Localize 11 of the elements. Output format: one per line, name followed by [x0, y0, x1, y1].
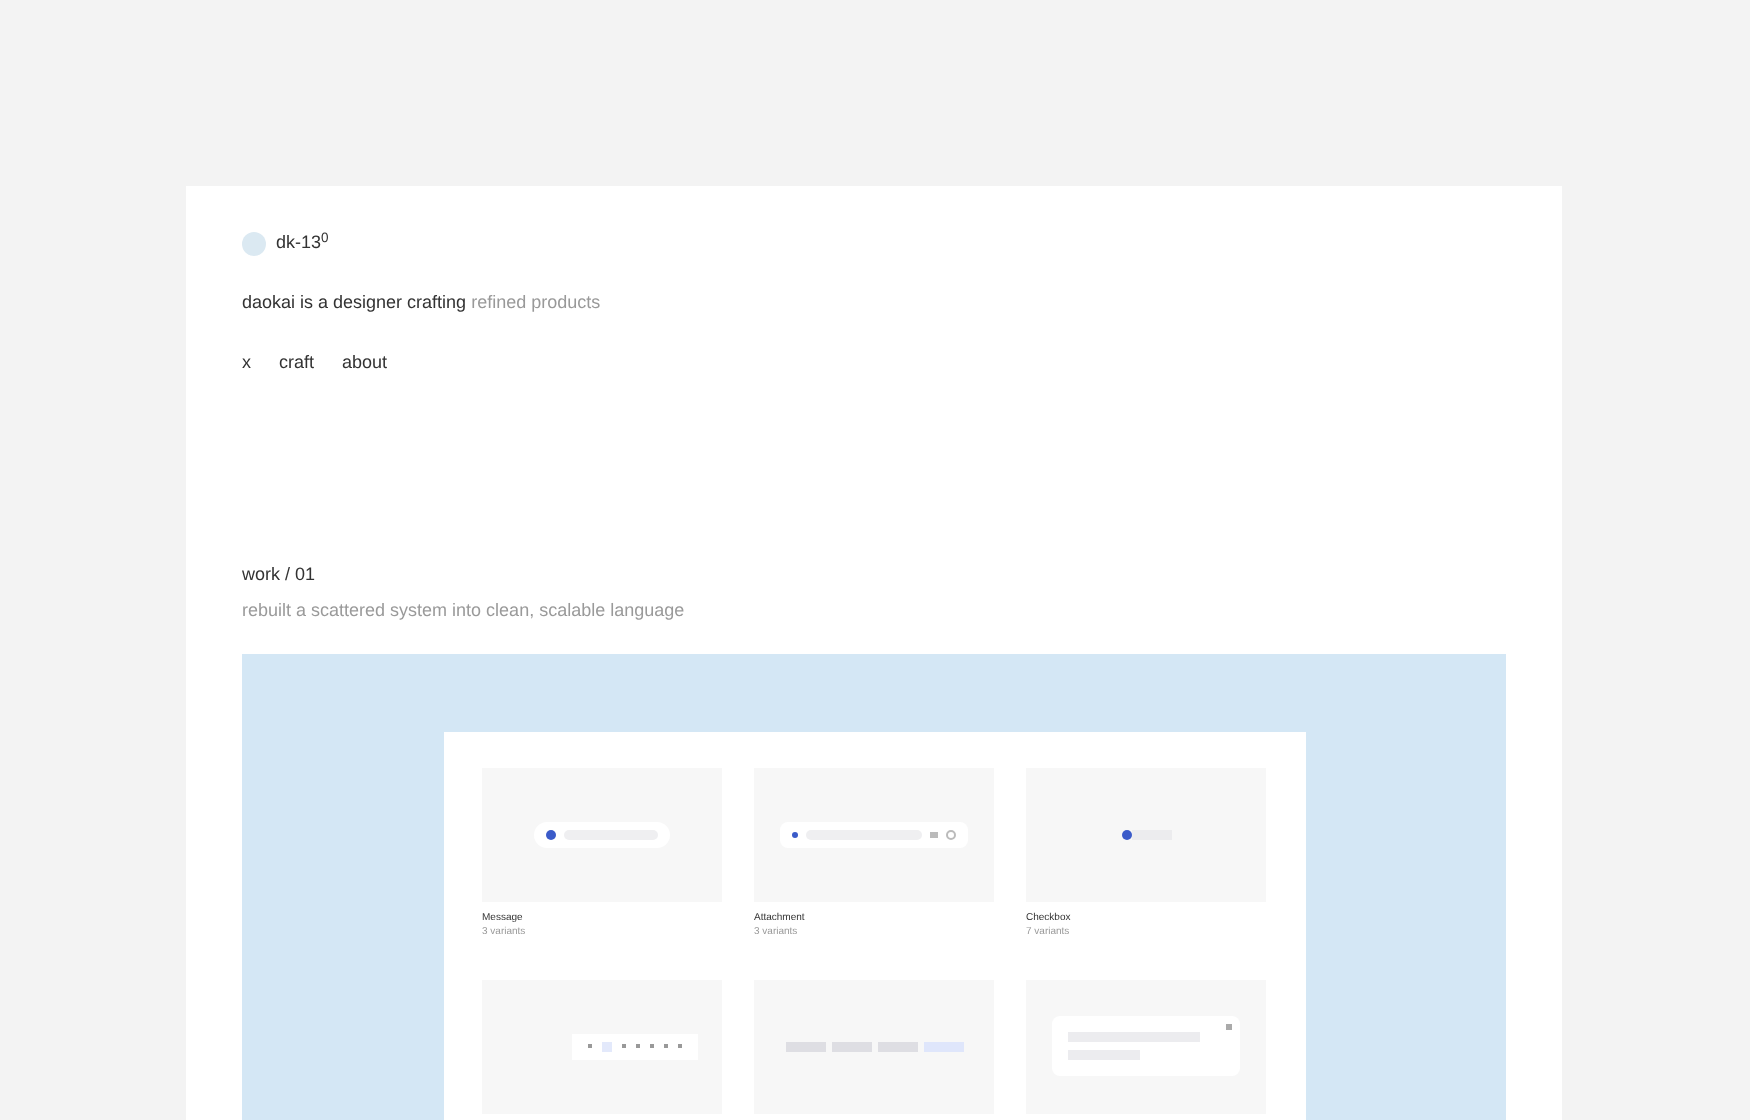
nav-link[interactable]: x [242, 350, 251, 377]
brand-name: dk-13$^{0}$ [276, 230, 329, 256]
avatar-icon [242, 231, 266, 256]
pagination-preview [571, 1033, 697, 1059]
tagline: daokai is a designer crafting refined products [242, 289, 603, 316]
checkbox-preview [1121, 829, 1171, 839]
nav-link[interactable]: craft [279, 350, 315, 377]
work-subtitle: rebuilt a scattered system into clean, scalable language [242, 598, 687, 624]
work-title: work / 01 [242, 561, 318, 587]
nav-link[interactable]: about [342, 350, 388, 377]
message-preview [534, 821, 670, 847]
